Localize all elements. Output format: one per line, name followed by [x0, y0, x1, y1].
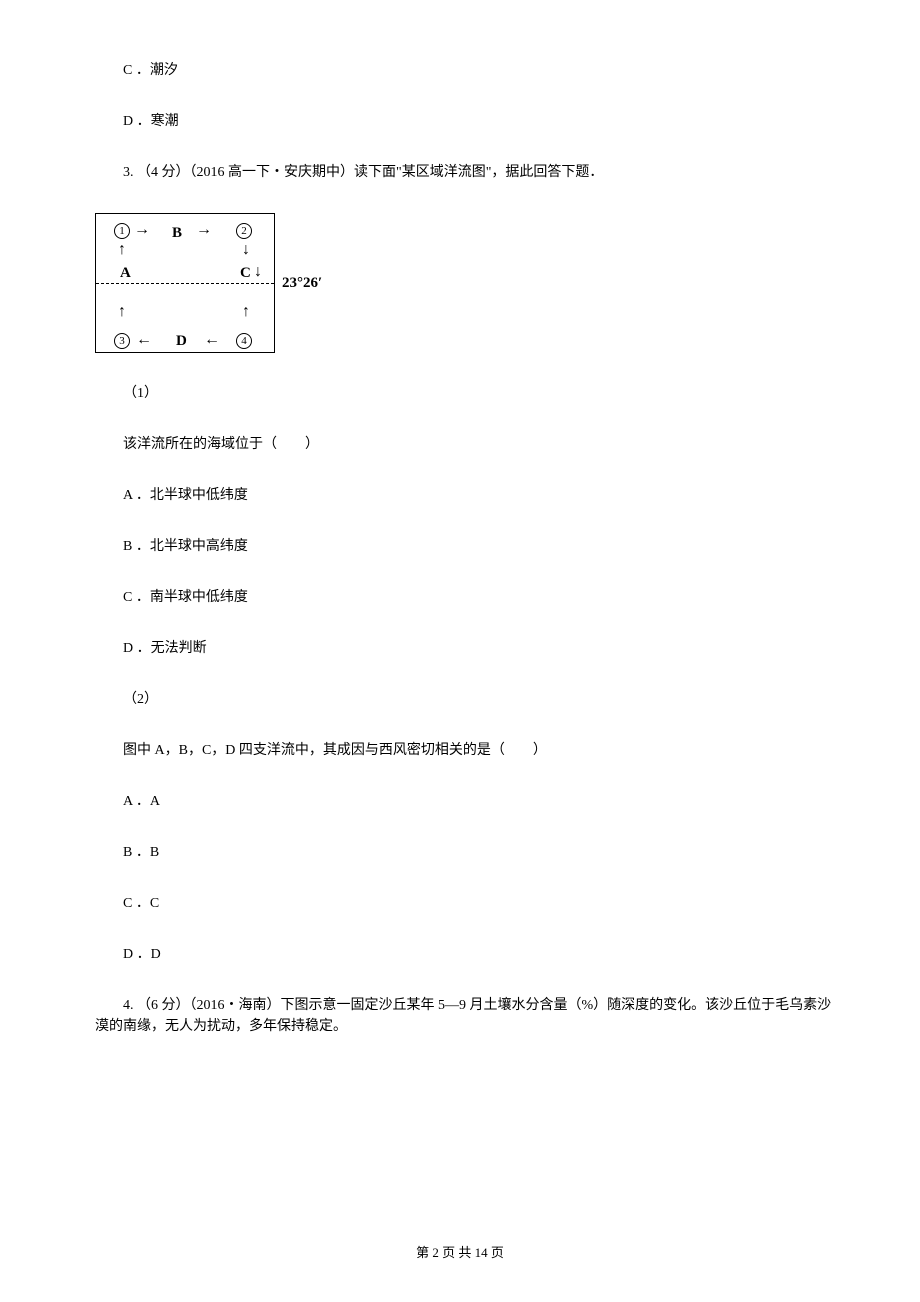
option-c: C ．潮汐	[95, 60, 845, 81]
option-d: D ．寒潮	[95, 111, 845, 132]
q4-stem: 4. （6 分）（2016・海南）下图示意一固定沙丘某年 5—9 月土壤水分含量…	[95, 995, 845, 1037]
label-latitude: 23°26′	[282, 272, 322, 295]
q3-sub2-c: C ．C	[95, 893, 845, 914]
arrow-up-icon: ↑	[118, 304, 126, 320]
page-footer: 第 2 页 共 14 页	[0, 1243, 920, 1263]
arrow-down-icon: ↓	[254, 264, 262, 280]
q3-sub1-a: A ．北半球中低纬度	[95, 485, 845, 506]
arrow-right-icon: →	[196, 222, 212, 238]
q3-sub1-c: C ．南半球中低纬度	[95, 587, 845, 608]
label-C: C	[240, 262, 251, 285]
ocean-current-diagram: 1 → B → 2 ↑ A C ↓ ↓ ↑ ↑ 3 ← D ← 4 23°26′	[95, 213, 845, 353]
label-A: A	[120, 262, 131, 285]
q3-sub2-a: A ．A	[95, 791, 845, 812]
label-B: B	[172, 222, 182, 245]
q3-sub2-b: B ．B	[95, 842, 845, 863]
q3-sub1-b: B ．北半球中高纬度	[95, 536, 845, 557]
q3-sub1: （1）	[95, 383, 845, 404]
q3-sub2-question: 图中 A，B，C，D 四支洋流中，其成因与西风密切相关的是（ ）	[95, 740, 845, 761]
arrow-left-icon: ←	[204, 332, 220, 348]
q3-sub2-d: D ．D	[95, 944, 845, 965]
arrow-down-icon: ↓	[242, 242, 250, 258]
q3-sub2: （2）	[95, 689, 845, 710]
arrow-up-icon: ↑	[242, 304, 250, 320]
arrow-left-icon: ←	[136, 332, 152, 348]
diagram-box: 1 → B → 2 ↑ A C ↓ ↓ ↑ ↑ 3 ← D ← 4 23°26′	[95, 213, 275, 353]
arrow-right-icon: →	[134, 222, 150, 238]
q3-stem: 3. （4 分）（2016 高一下・安庆期中）读下面"某区域洋流图"，据此回答下…	[95, 162, 845, 183]
node-4: 4	[236, 330, 252, 350]
arrow-up-icon: ↑	[118, 242, 126, 258]
label-D: D	[176, 330, 187, 353]
node-1: 1	[114, 220, 130, 240]
q3-sub1-d: D ．无法判断	[95, 638, 845, 659]
q3-sub1-question: 该洋流所在的海域位于（ ）	[95, 434, 845, 455]
node-3: 3	[114, 330, 130, 350]
node-2: 2	[236, 220, 252, 240]
